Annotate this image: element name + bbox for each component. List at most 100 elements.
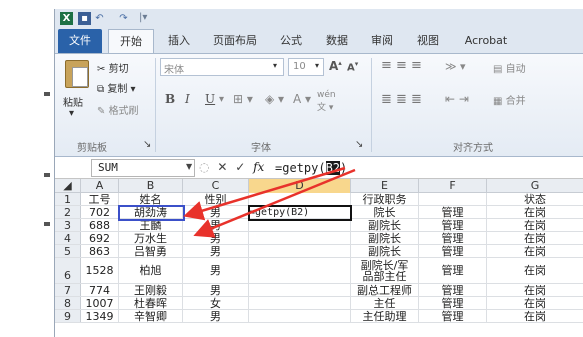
cell-a5[interactable]: 863 [81,245,119,257]
cell-a3[interactable]: 688 [81,219,119,231]
cell-a6[interactable]: 1528 [81,258,119,283]
cell-e9[interactable]: 主任助理 [351,310,419,322]
tab-view[interactable]: 视图 [410,29,446,53]
cell-c1[interactable]: 性别 [183,193,249,205]
top-align-icon[interactable]: ≡ ≡ ≡ [381,58,422,73]
row-header[interactable]: 6 [55,258,81,283]
cell-g2[interactable]: 在岗 [487,206,583,218]
bold-button[interactable]: B [165,92,175,106]
cell-c5[interactable]: 男 [183,245,249,257]
cancel-icon[interactable]: ✕ [217,160,227,174]
tab-insert[interactable]: 插入 [161,29,197,53]
cell-e3[interactable]: 副院长 [351,219,419,231]
cell-d7[interactable] [249,284,351,296]
formula-input[interactable]: =getpy(B2) [275,160,347,176]
underline-button[interactable]: U [205,92,215,106]
cell-f3[interactable]: 管理 [419,219,487,231]
cell-e6[interactable]: 副院长/军 品部主任 [351,258,419,283]
cell-f1[interactable] [419,193,487,205]
tab-acrobat[interactable]: Acrobat [456,29,516,53]
cell-g5[interactable]: 在岗 [487,245,583,257]
row-header[interactable]: 9 [55,310,81,323]
cell-g8[interactable]: 在岗 [487,297,583,309]
underline-dropdown-icon[interactable]: ▾ [219,94,224,105]
copy-button[interactable]: ⧉ 复制 ▾ [97,80,136,95]
format-painter-button[interactable]: ✎ 格式刷 [97,102,139,117]
cell-c4[interactable]: 男 [183,232,249,244]
borders-icon[interactable]: ⊞ ▾ [233,92,253,106]
paste-button[interactable]: 粘贴 [63,94,83,109]
clipboard-launcher-icon[interactable]: ↘ [143,139,151,150]
cell-a7[interactable]: 774 [81,284,119,296]
cell-e7[interactable]: 副总工程师 [351,284,419,296]
indent-icon[interactable]: ⇤ ⇥ [445,92,469,106]
cell-e4[interactable]: 副院长 [351,232,419,244]
cell-c7[interactable]: 男 [183,284,249,296]
grow-font-button[interactable]: A▴ [329,59,342,73]
cell-d4[interactable] [249,232,351,244]
font-color-icon[interactable]: A ▾ [293,92,311,106]
column-header[interactable]: C [183,179,249,193]
phonetic-button[interactable]: wén 文 ▾ [317,90,336,113]
row-header[interactable]: 7 [55,284,81,297]
cell-b5[interactable]: 吕智勇 [119,245,183,257]
tab-page-layout[interactable]: 页面布局 [205,29,265,53]
cell-g6[interactable]: 在岗 [487,258,583,283]
cell-b8[interactable]: 杜春晖 [119,297,183,309]
tab-formulas[interactable]: 公式 [273,29,309,53]
column-header-active[interactable]: D [249,179,351,193]
cell-b7[interactable]: 王刚毅 [119,284,183,296]
column-header[interactable]: E [351,179,419,193]
cell-a9[interactable]: 1349 [81,310,119,322]
chevron-down-icon[interactable]: ▼ [186,162,192,171]
cell-e2[interactable]: 院长 [351,206,419,218]
cell-f6[interactable]: 管理 [419,258,487,283]
row-header[interactable]: 5 [55,245,81,258]
shrink-font-button[interactable]: A▾ [347,60,358,73]
select-all-corner[interactable]: ◢ [55,179,81,193]
cell-c6[interactable]: 男 [183,258,249,283]
cell-d1[interactable] [249,193,351,205]
cell-c3[interactable]: 男 [183,219,249,231]
cell-b3[interactable]: 王麟 [119,219,183,231]
cell-f5[interactable]: 管理 [419,245,487,257]
undo-icon[interactable]: ↶ [93,12,106,25]
wrap-text-button[interactable]: ▤ 自动 [493,60,526,75]
cell-c9[interactable]: 男 [183,310,249,322]
column-header[interactable]: G [487,179,583,193]
tab-data[interactable]: 数据 [319,29,355,53]
cell-g4[interactable]: 在岗 [487,232,583,244]
active-cell-editor[interactable]: =getpy(B2) [249,206,351,218]
cell-e1[interactable]: 行政职务 [351,193,419,205]
cell-f4[interactable]: 管理 [419,232,487,244]
column-header[interactable]: B [119,179,183,193]
cell-a2[interactable]: 702 [81,206,119,218]
align-left-icon[interactable]: ≣ ≣ ≣ [381,92,422,107]
row-header[interactable]: 2 [55,206,81,219]
cell-f2[interactable]: 管理 [419,206,487,218]
cell-c2[interactable]: 男 [183,206,249,218]
customize-qat-icon[interactable]: |▾ [139,12,147,23]
paste-icon[interactable] [65,60,89,88]
row-header[interactable]: 1 [55,193,81,206]
row-header[interactable]: 3 [55,219,81,232]
cell-e5[interactable]: 副院长 [351,245,419,257]
cell-f7[interactable]: 管理 [419,284,487,296]
name-box[interactable]: SUM [91,159,195,177]
cell-d9[interactable] [249,310,351,322]
cell-d6[interactable] [249,258,351,283]
cell-g7[interactable]: 在岗 [487,284,583,296]
italic-button[interactable]: I [185,92,190,106]
row-header[interactable]: 4 [55,232,81,245]
tab-review[interactable]: 审阅 [364,29,400,53]
cell-c8[interactable]: 女 [183,297,249,309]
cell-a8[interactable]: 1007 [81,297,119,309]
save-icon[interactable]: ▪ [78,12,91,25]
font-size-dropdown[interactable]: 10 ▾ [288,58,324,76]
tab-file[interactable]: 文件 [58,29,102,53]
cell-e8[interactable]: 主任 [351,297,419,309]
cell-b2[interactable]: 胡劲涛 [119,206,183,218]
cell-f9[interactable]: 管理 [419,310,487,322]
cell-b4[interactable]: 万水生 [119,232,183,244]
font-name-dropdown[interactable]: 宋体 ▾ [160,58,284,76]
